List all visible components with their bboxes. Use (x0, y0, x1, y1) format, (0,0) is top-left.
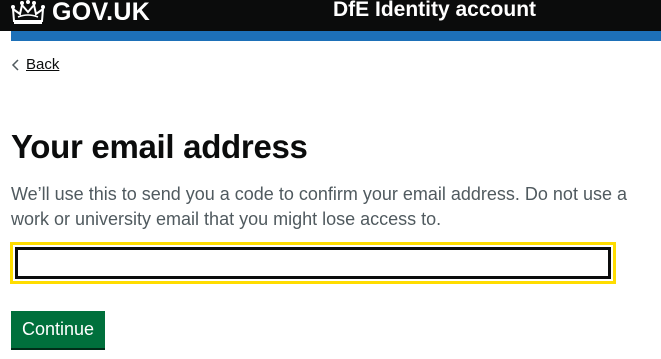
chevron-left-icon (11, 58, 19, 71)
email-input[interactable] (15, 247, 611, 279)
site-header: GOV.UK DfE Identity account (0, 0, 661, 31)
govuk-logo-link[interactable]: GOV.UK (10, 0, 150, 27)
continue-button[interactable]: Continue (11, 311, 105, 348)
back-link-label: Back (26, 56, 60, 73)
crown-icon (11, 0, 45, 24)
email-hint: We’ll use this to send you a code to con… (11, 184, 627, 229)
logo-text: GOV.UK (52, 0, 151, 26)
email-input-focus-ring (10, 242, 616, 284)
back-link[interactable]: Back (11, 56, 59, 73)
page-title: Your email address (11, 128, 308, 165)
service-name[interactable]: DfE Identity account (333, 0, 536, 22)
header-accent-bar (11, 31, 661, 41)
